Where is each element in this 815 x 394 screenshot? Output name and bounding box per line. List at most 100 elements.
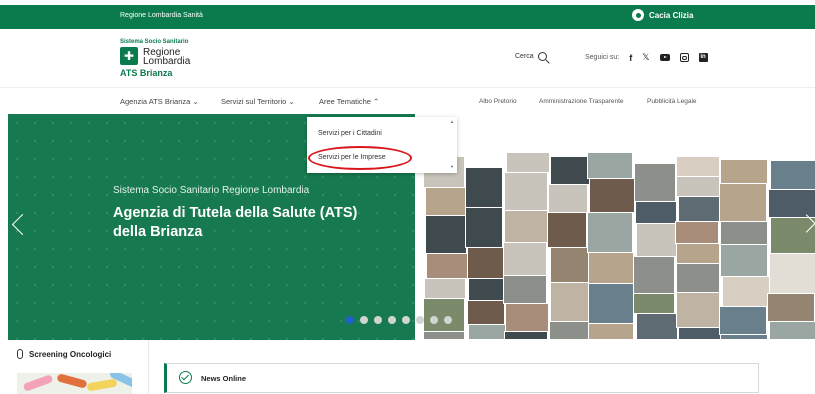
collage-photo <box>589 178 635 213</box>
collage-photo <box>768 189 815 218</box>
nav-item-servizi-territorio[interactable]: Servizi sul Territorio ⌄ <box>221 97 295 106</box>
collage-photo <box>425 215 467 254</box>
collage-photo <box>720 244 768 277</box>
user-menu[interactable]: Cacia Clizia <box>632 9 693 21</box>
hero-photo-collage <box>415 114 815 340</box>
nav-link-amministrazione-trasparente[interactable]: Amministrazione Trasparente <box>539 98 624 105</box>
nav-link-pubblicita-legale[interactable]: Pubblicità Legale <box>647 98 697 105</box>
collage-photo <box>635 201 677 224</box>
carousel-dot[interactable] <box>416 316 424 324</box>
carousel-prev-icon[interactable] <box>11 213 34 236</box>
hero-kicker: Sistema Socio Sanitario Regione Lombardi… <box>113 185 310 196</box>
main-navigation: Agenzia ATS Brianza ⌄ Servizi sul Territ… <box>0 87 815 115</box>
instagram-icon[interactable] <box>679 53 689 62</box>
carousel-dot[interactable] <box>346 316 354 324</box>
collage-photo <box>769 321 815 340</box>
collage-photo <box>424 278 466 299</box>
content-section: Screening Oncologici News Online <box>0 340 815 394</box>
collage-photo <box>549 321 589 340</box>
collage-photo <box>468 278 506 301</box>
collage-photo <box>634 163 676 202</box>
collage-photo <box>676 263 720 293</box>
collage-photo <box>550 156 590 185</box>
collage-photo <box>467 300 505 325</box>
dropdown-scrollbar[interactable] <box>450 119 454 169</box>
collage-photo <box>465 207 503 248</box>
sidebar-divider <box>148 340 149 394</box>
collage-photo <box>720 221 768 245</box>
nav-item-aree-tematiche[interactable]: Aree Tematiche ⌃ <box>319 97 379 106</box>
carousel-indicators <box>346 316 452 324</box>
facebook-icon[interactable]: f <box>629 53 632 63</box>
collage-photo <box>636 223 678 257</box>
collage-photo <box>503 242 547 276</box>
collage-photo <box>770 160 815 190</box>
logo-region-line2: Lombardia <box>143 56 191 67</box>
collage-photo <box>633 256 675 294</box>
x-icon[interactable]: 𝕏 <box>642 52 649 63</box>
hero-title[interactable]: Agenzia di Tutela della Salute (ATS) del… <box>113 204 393 242</box>
carousel-dot[interactable] <box>360 316 368 324</box>
collage-photo <box>588 283 634 324</box>
collage-photo <box>678 196 722 222</box>
collage-photo <box>504 172 548 211</box>
check-circle-icon <box>179 371 192 384</box>
search-label: Cerca <box>515 53 534 60</box>
collage-photo <box>548 184 588 213</box>
collage-photo <box>636 313 678 340</box>
annotation-highlight-circle <box>308 146 412 170</box>
top-bar: Regione Lombardia Sanità Cacia Clizia <box>0 5 815 29</box>
collage-photo <box>467 247 505 279</box>
collage-photo <box>676 156 720 177</box>
youtube-icon[interactable] <box>659 54 670 61</box>
collage-photo <box>587 212 633 253</box>
collage-photo <box>675 221 719 244</box>
collage-photo <box>767 293 815 322</box>
collage-photo <box>676 176 720 197</box>
collage-photo <box>769 253 815 294</box>
collage-photo <box>504 331 548 340</box>
carousel-dot[interactable] <box>388 316 396 324</box>
collage-photo <box>719 183 767 222</box>
collage-photo <box>423 331 465 340</box>
collage-photo <box>588 323 634 340</box>
collage-photo <box>465 167 503 208</box>
collage-photo <box>423 298 465 332</box>
nav-link-albo-pretorio[interactable]: Albo Pretorio <box>479 98 517 105</box>
user-avatar-icon <box>632 9 644 21</box>
news-online-card[interactable]: News Online <box>164 363 759 393</box>
collage-photo <box>676 243 720 264</box>
search-button[interactable]: Cerca <box>515 52 547 61</box>
linkedin-icon[interactable]: in <box>698 53 708 62</box>
collage-photo <box>426 253 468 279</box>
social-label: Seguici su: <box>585 54 620 61</box>
screening-ribbon-image[interactable] <box>17 373 132 394</box>
carousel-dot[interactable] <box>444 316 452 324</box>
collage-photo <box>678 327 722 340</box>
collage-photo <box>503 275 547 304</box>
collage-photo <box>425 187 467 216</box>
carousel-dot[interactable] <box>430 316 438 324</box>
collage-photo <box>676 292 720 328</box>
collage-photo <box>468 324 506 340</box>
screening-title[interactable]: Screening Oncologici <box>17 349 111 359</box>
screening-title-text: Screening Oncologici <box>29 349 112 359</box>
collage-photo <box>506 152 550 173</box>
dropdown-item-servizi-cittadini[interactable]: Servizi per i Cittadini <box>318 130 382 137</box>
region-logo-icon[interactable]: ✚ <box>120 47 138 65</box>
collage-photo <box>633 293 675 314</box>
collage-photo <box>722 276 770 307</box>
logo-region-name[interactable]: Regione Lombardia <box>143 48 191 67</box>
user-name: Cacia Clizia <box>649 10 694 20</box>
collage-photo <box>719 306 767 335</box>
carousel-dot[interactable] <box>402 316 410 324</box>
carousel-dot[interactable] <box>374 316 382 324</box>
news-online-label: News Online <box>201 374 247 383</box>
logo-ats-name[interactable]: ATS Brianza <box>120 68 172 78</box>
nav-item-agenzia[interactable]: Agenzia ATS Brianza ⌄ <box>120 97 199 106</box>
collage-photo <box>587 152 633 179</box>
search-icon <box>537 52 547 61</box>
logo-subtitle: Sistema Socio Sanitario <box>120 39 189 45</box>
collage-photo <box>504 210 548 243</box>
top-bar-brand-link[interactable]: Regione Lombardia Sanità <box>120 12 203 19</box>
